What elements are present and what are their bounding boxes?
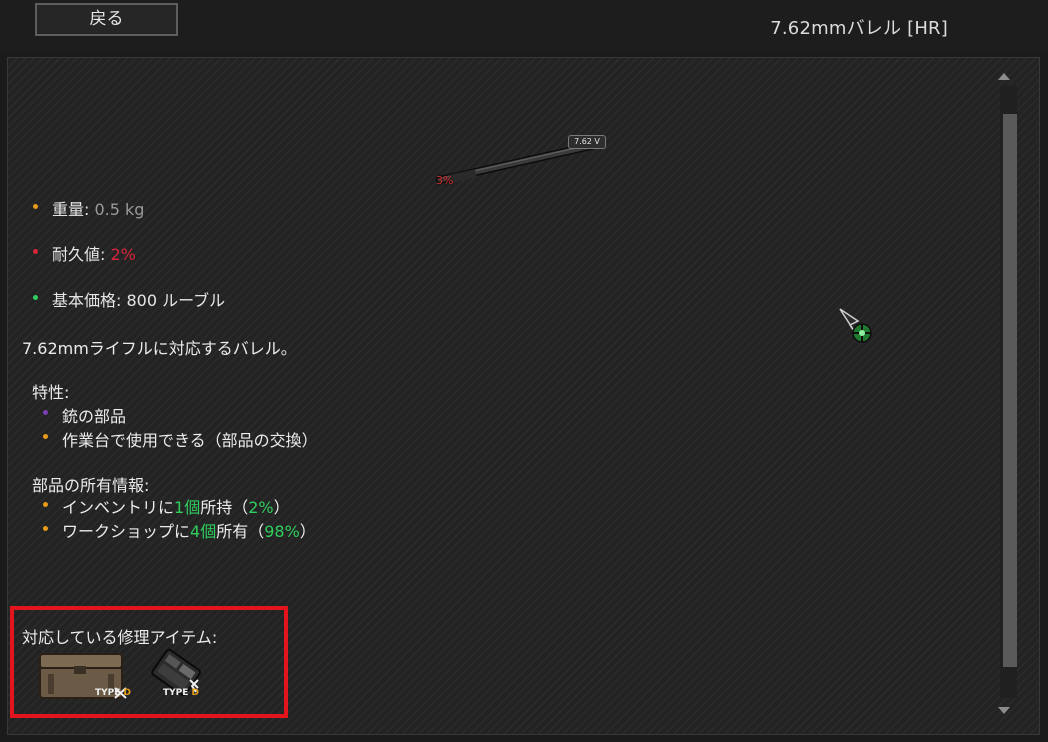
item-detail-screen: 戻る 7.62mmバレル [HR] 7.62 V 3% 重量: 0.5 kg 耐…	[0, 0, 1048, 742]
type-text: TYPE	[95, 688, 121, 698]
weight-stat: 重量: 0.5 kg	[52, 196, 144, 220]
durability-value: 2%	[110, 245, 136, 264]
weight-value: 0.5 kg	[94, 200, 145, 219]
item-title: 7.62mmバレル [HR]	[770, 18, 948, 39]
inventory-bullet-icon	[43, 502, 48, 507]
workshop-mid: 所有（	[216, 522, 265, 541]
durability-stat: 耐久値: 2%	[52, 241, 136, 265]
caliber-tag: 7.62 V	[568, 135, 606, 149]
price-stat: 基本価格: 800 ルーブル	[52, 287, 225, 311]
durability-label: 耐久値:	[52, 245, 106, 264]
trait-bullet-icon	[43, 410, 48, 415]
weight-bullet-icon	[33, 204, 38, 209]
scrollbar-thumb[interactable]	[1003, 114, 1017, 667]
traits-heading: 特性:	[32, 383, 70, 402]
price-label: 基本価格:	[52, 291, 122, 310]
back-button[interactable]: 戻る	[35, 3, 178, 36]
repair-kit-type-label: TYPE D	[163, 688, 199, 698]
inventory-count: 1個	[174, 498, 201, 517]
trait-bullet-icon	[43, 434, 48, 439]
workshop-prefix: ワークショップに	[62, 522, 191, 541]
ownership-heading: 部品の所有情報:	[32, 476, 150, 495]
trait-item: 銃の部品	[62, 407, 127, 426]
toolbox-type-label: TYPE D	[95, 688, 131, 698]
mouse-cursor-icon	[839, 308, 872, 343]
inventory-prefix: インベントリに	[62, 498, 175, 517]
weight-label: 重量:	[52, 200, 90, 219]
price-bullet-icon	[33, 295, 38, 300]
repair-items-heading: 対応している修理アイテム:	[22, 628, 218, 647]
trait-item: 作業台で使用できる（部品の交換）	[62, 431, 318, 450]
durability-badge: 3%	[436, 174, 454, 187]
workshop-bullet-icon	[43, 526, 48, 531]
type-code: D	[123, 688, 132, 698]
inventory-suffix: ）	[273, 498, 290, 517]
workshop-ownership: ワークショップに4個所有（98%）	[62, 518, 316, 542]
durability-bullet-icon	[33, 249, 38, 254]
workshop-percent: 98%	[264, 522, 300, 541]
item-description: 7.62mmライフルに対応するバレル。	[22, 339, 297, 358]
inventory-mid: 所持（	[200, 498, 249, 517]
top-bar: 戻る 7.62mmバレル [HR]	[0, 0, 1048, 52]
inventory-percent: 2%	[248, 498, 274, 517]
scroll-down-arrow-icon[interactable]	[998, 707, 1010, 714]
workshop-suffix: ）	[299, 522, 316, 541]
workshop-count: 4個	[190, 522, 217, 541]
type-text: TYPE	[163, 688, 189, 698]
price-value: 800 ルーブル	[126, 291, 226, 310]
type-code: D	[191, 688, 200, 698]
inventory-ownership: インベントリに1個所持（2%）	[62, 494, 290, 518]
scroll-up-arrow-icon[interactable]	[998, 73, 1010, 80]
